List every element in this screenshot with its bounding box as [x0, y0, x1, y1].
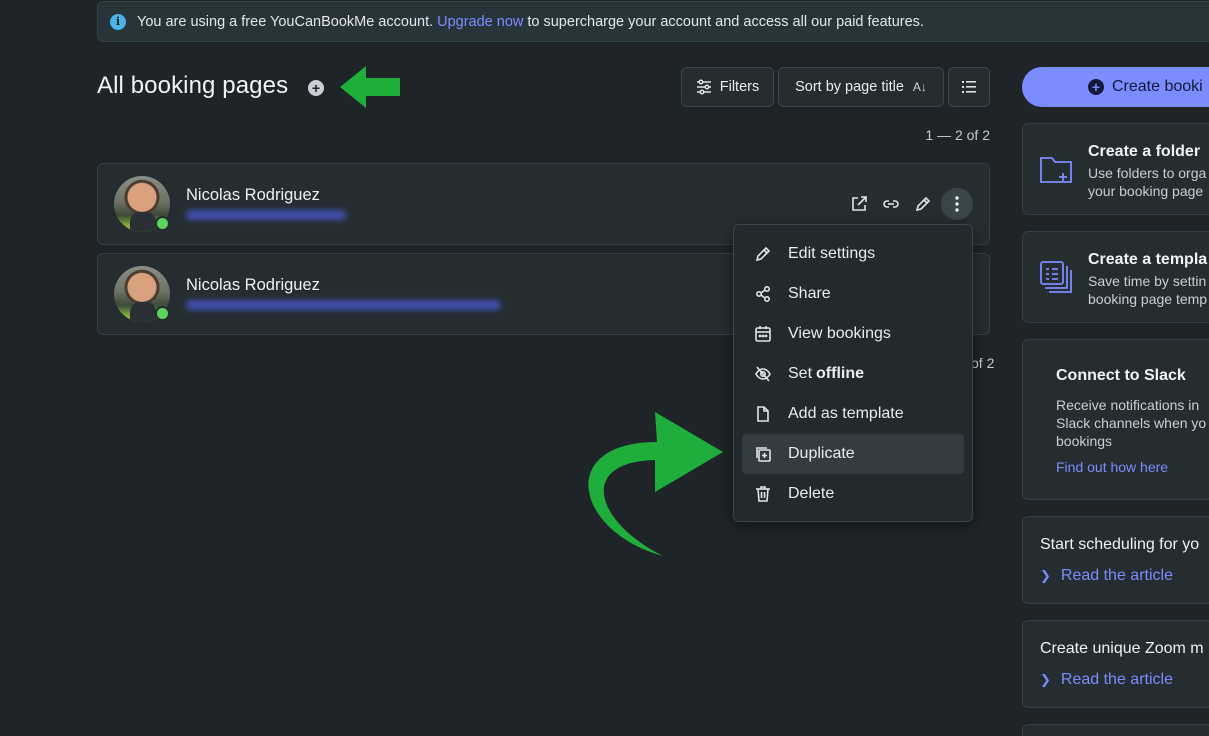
calendar-icon: [755, 326, 771, 342]
menu-item-label: Edit settings: [788, 245, 876, 262]
list-view-button[interactable]: [948, 67, 990, 107]
info-icon: i: [110, 13, 126, 30]
menu-item-set-offline[interactable]: Set offline: [742, 354, 964, 394]
create-booking-page-button[interactable]: + Create booki: [1022, 67, 1209, 107]
menu-item-label-bold: offline: [816, 365, 865, 382]
menu-item-label: Share: [788, 285, 831, 302]
menu-item-duplicate[interactable]: Duplicate: [742, 434, 964, 474]
card-url-blurred: [186, 300, 501, 310]
read-article-link[interactable]: ❯ Read the article: [1040, 567, 1173, 585]
plus-circle-icon: +: [1088, 79, 1104, 95]
menu-item-label: View bookings: [788, 325, 891, 342]
sort-alpha-icon: A↓: [912, 80, 927, 94]
external-link-icon: [852, 196, 867, 211]
slack-find-out-link[interactable]: Find out how here: [1056, 459, 1168, 475]
card-title: Create a folder: [1088, 143, 1201, 160]
filters-button[interactable]: Filters: [681, 67, 774, 107]
menu-item-delete[interactable]: Delete: [742, 474, 964, 514]
page-title: All booking pages: [97, 72, 289, 99]
kebab-menu-icon: [955, 196, 959, 212]
chevron-right-icon: ❯: [1040, 568, 1051, 583]
article-title: Create unique Zoom m: [1040, 640, 1204, 657]
menu-item-share[interactable]: Share: [742, 274, 964, 314]
sort-button[interactable]: Sort by page title A↓: [778, 67, 944, 107]
online-status-dot: [155, 216, 170, 231]
card-owner-name: Nicolas Rodriguez: [186, 186, 320, 204]
menu-item-label: Duplicate: [788, 445, 855, 462]
read-article-label: Read the article: [1060, 671, 1173, 688]
menu-item-label: Delete: [788, 485, 835, 502]
upgrade-link[interactable]: Upgrade now: [437, 14, 523, 30]
card-context-menu: Edit settings Share View bookings Set off…: [733, 224, 973, 522]
folder-plus-icon: [1040, 157, 1072, 183]
card-title: Connect to Slack: [1056, 367, 1186, 384]
templates-icon: [1040, 261, 1072, 293]
online-status-dot: [155, 306, 170, 321]
menu-item-label: Add as template: [788, 405, 904, 422]
pencil-icon: [755, 246, 771, 262]
article-card: Start scheduling for yo ❯ Read the artic…: [1022, 516, 1209, 604]
link-icon: [883, 200, 899, 208]
upgrade-banner: i You are using a free YouCanBookMe acco…: [97, 1, 1209, 42]
card-actions: [843, 188, 973, 220]
article-title: Start scheduling for yo: [1040, 536, 1200, 553]
menu-item-add-template[interactable]: Add as template: [742, 394, 964, 434]
read-article-label: Read the article: [1060, 567, 1173, 584]
read-article-link[interactable]: ❯ Read the article: [1040, 671, 1173, 689]
card-description: Save time by settin booking page temp: [1088, 273, 1208, 307]
card-title: Create a templa: [1088, 251, 1208, 268]
banner-suffix: to supercharge your account and access a…: [527, 13, 924, 30]
filters-label: Filters: [719, 79, 760, 95]
pagination-top: 1 — 2 of 2: [925, 127, 990, 143]
file-icon: [757, 406, 769, 422]
edit-button[interactable]: [907, 188, 939, 220]
article-card: Create unique Zoom m ❯ Read the article: [1022, 620, 1209, 708]
duplicate-icon: [756, 447, 771, 462]
menu-item-view-bookings[interactable]: View bookings: [742, 314, 964, 354]
sort-label: Sort by page title: [795, 79, 904, 95]
card-description: Use folders to orga your booking page: [1088, 165, 1207, 199]
connect-slack-card: Connect to Slack Receive notifications i…: [1022, 339, 1209, 500]
card-owner-name: Nicolas Rodriguez: [186, 276, 320, 294]
copy-link-button[interactable]: [875, 188, 907, 220]
list-icon: [962, 81, 976, 93]
eye-off-icon: [755, 366, 771, 382]
card-url-blurred: [186, 210, 346, 220]
share-icon: [755, 285, 771, 303]
create-folder-card[interactable]: Create a folder Use folders to orga your …: [1022, 123, 1209, 215]
annotation-arrow-left-icon: [340, 66, 400, 108]
chevron-right-icon: ❯: [1040, 672, 1051, 687]
menu-item-edit-settings[interactable]: Edit settings: [742, 234, 964, 274]
create-template-card[interactable]: Create a templa Save time by settin booki…: [1022, 231, 1209, 323]
more-options-button[interactable]: [941, 188, 973, 220]
trash-icon: [756, 486, 770, 502]
pencil-icon: [915, 196, 931, 212]
annotation-curved-arrow-icon: [588, 412, 723, 556]
create-label: Create booki: [1112, 78, 1203, 95]
add-booking-page-icon[interactable]: +: [308, 80, 324, 96]
banner-prefix: You are using a free YouCanBookMe accoun…: [137, 13, 434, 30]
sidebar-card-partial: [1022, 724, 1209, 736]
sliders-icon: [696, 79, 711, 95]
menu-item-label: Set: [788, 365, 813, 382]
open-external-button[interactable]: [843, 188, 875, 220]
pagination-bottom: of 2: [971, 355, 995, 371]
card-description: Receive notifications in Slack channels w…: [1056, 397, 1207, 449]
